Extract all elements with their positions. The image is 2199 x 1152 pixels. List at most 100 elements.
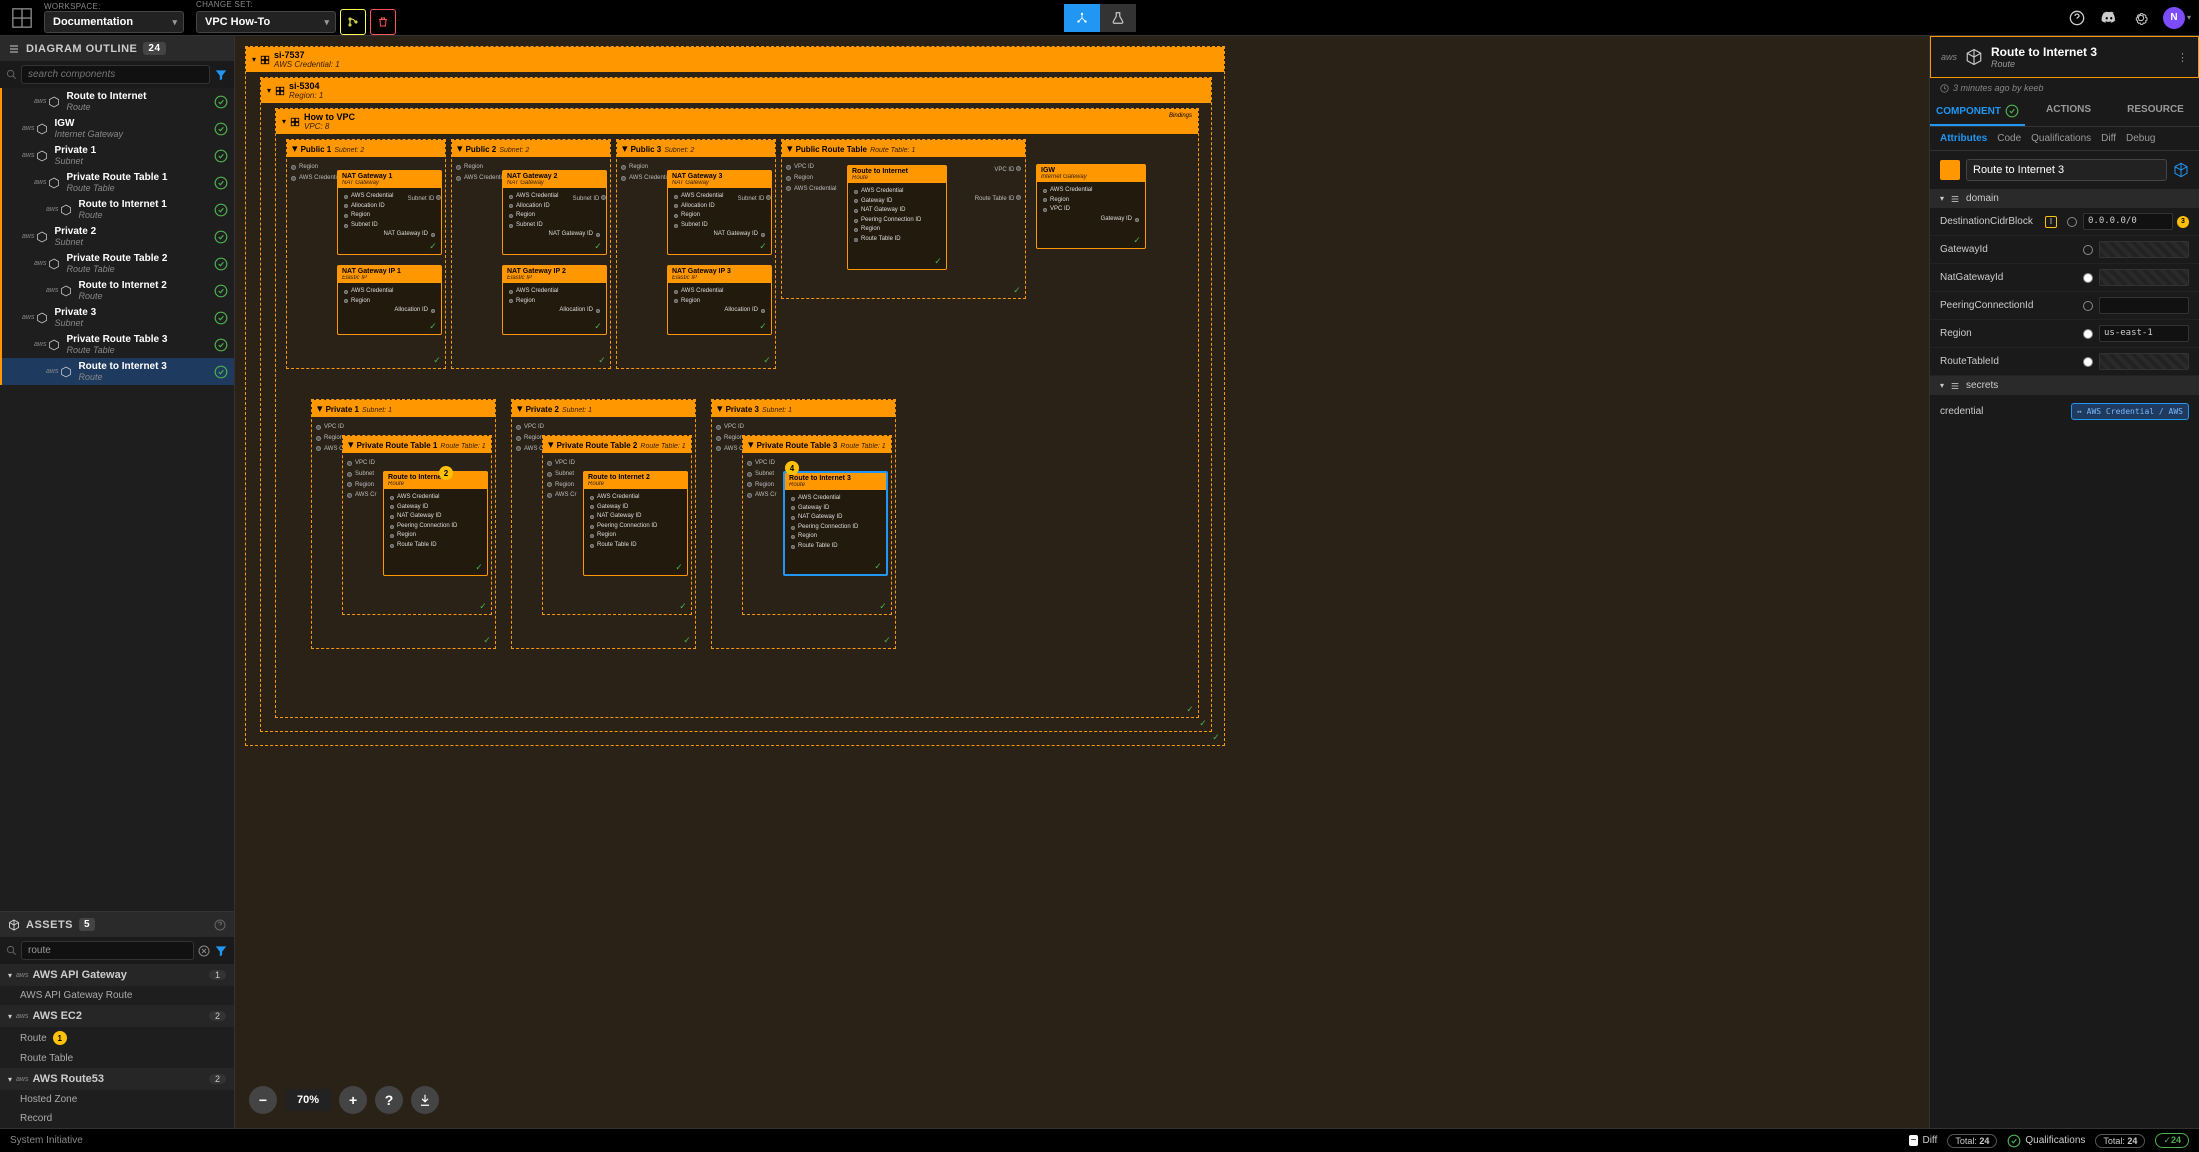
nat-gateway[interactable]: NAT Gateway 2NAT Gateway AWS CredentialA… xyxy=(502,170,607,255)
attribute-row[interactable]: GatewayId xyxy=(1930,236,2199,264)
subtab-attributes[interactable]: Attributes xyxy=(1940,133,1987,144)
subtab-code[interactable]: Code xyxy=(1997,133,2021,144)
subtab-qualifications[interactable]: Qualifications xyxy=(2031,133,2091,144)
delete-changeset-button[interactable] xyxy=(370,9,396,35)
asset-item[interactable]: Record xyxy=(0,1109,234,1128)
discord-icon[interactable] xyxy=(2099,8,2119,28)
outline-item[interactable]: aws Private Route Table 1Route Table xyxy=(0,169,234,196)
private-subnet-box[interactable]: ▾ Private 2 Subnet: 1 VPC IDRegionAWS Cr… xyxy=(511,399,696,649)
tab-component[interactable]: COMPONENT xyxy=(1930,98,2025,126)
qual-indicator[interactable]: Qualifications xyxy=(2007,1134,2085,1148)
frame-region[interactable]: ▾ si-5304Region: 1 ✓ ▾ How to VPCVPC: 8 … xyxy=(260,77,1212,732)
qual-ok[interactable]: ✓24 xyxy=(2155,1133,2189,1148)
subnet-box[interactable]: ▾ Public 2 Subnet: 2 RegionAWS Credentia… xyxy=(451,139,611,369)
workspace-select[interactable]: Documentation xyxy=(44,11,184,33)
elastic-ip[interactable]: NAT Gateway IP 2Elastic IP AWS Credentia… xyxy=(502,265,607,335)
route-to-internet-n[interactable]: Route to Internet 3Route AWS CredentialG… xyxy=(783,471,888,576)
secrets-section[interactable]: ▾ secrets xyxy=(1930,376,2199,395)
clear-search-icon[interactable] xyxy=(198,945,210,957)
nat-gateway[interactable]: NAT Gateway 3NAT Gateway AWS CredentialA… xyxy=(667,170,772,255)
elastic-ip[interactable]: NAT Gateway IP 1Elastic IP AWS Credentia… xyxy=(337,265,442,335)
brand-logo[interactable] xyxy=(8,4,36,32)
filter-icon[interactable] xyxy=(214,944,228,958)
outline-item[interactable]: aws Route to Internet 2Route xyxy=(0,277,234,304)
outline-item[interactable]: aws Route to Internet 1Route xyxy=(0,196,234,223)
assets-search[interactable] xyxy=(21,941,194,960)
more-icon[interactable]: ⋮ xyxy=(2177,51,2188,64)
canvas-area[interactable]: ▾ si-7537AWS Credential: 1 ✓ ▾ si-5304Re… xyxy=(235,36,1929,1128)
asset-group-header[interactable]: ▾awsAWS API Gateway1 xyxy=(0,964,234,986)
zoom-out-button[interactable]: − xyxy=(249,1086,277,1114)
radio-icon[interactable] xyxy=(2083,273,2093,283)
gear-icon[interactable] xyxy=(2131,8,2151,28)
color-swatch[interactable] xyxy=(1940,160,1960,180)
diff-indicator[interactable]: ~ Diff xyxy=(1909,1135,1938,1146)
attribute-row[interactable]: Region us-east-1 xyxy=(1930,320,2199,348)
assets-header[interactable]: ASSETS 5 xyxy=(0,912,234,937)
tab-actions[interactable]: ACTIONS xyxy=(2025,98,2112,126)
private-route-table[interactable]: ▾ Private Route Table 2 Route Table: 1 V… xyxy=(542,435,692,615)
radio-icon[interactable] xyxy=(2083,245,2093,255)
changeset-select[interactable]: VPC How-To xyxy=(196,11,336,33)
frame-credential[interactable]: ▾ si-7537AWS Credential: 1 ✓ ▾ si-5304Re… xyxy=(245,46,1225,746)
route-to-internet-n[interactable]: Route to Internet 2Route AWS CredentialG… xyxy=(583,471,688,576)
help-small-icon[interactable] xyxy=(214,919,226,931)
radio-icon[interactable] xyxy=(2083,357,2093,367)
frame-header[interactable]: ▾ How to VPCVPC: 8 xyxy=(276,109,1198,134)
asset-item[interactable]: Route Table xyxy=(0,1049,234,1068)
outline-search[interactable] xyxy=(21,65,210,84)
radio-icon[interactable] xyxy=(2083,329,2093,339)
public-route-table[interactable]: ▾ Public Route Table Route Table: 1 VPC … xyxy=(781,139,1026,299)
merge-button[interactable] xyxy=(340,9,366,35)
attribute-row[interactable]: DestinationCidrBlock I 0.0.0.0/0 3 xyxy=(1930,208,2199,236)
subtab-diff[interactable]: Diff xyxy=(2101,133,2116,144)
diff-total[interactable]: Total: 24 xyxy=(1947,1134,1997,1148)
outline-item[interactable]: aws Private 1Subnet xyxy=(0,142,234,169)
private-subnet-box[interactable]: ▾ Private 1 Subnet: 1 VPC IDRegionAWS Cr… xyxy=(311,399,496,649)
frame-vpc[interactable]: ▾ How to VPCVPC: 8 Bindings ✓ ▾ Public 1… xyxy=(275,108,1199,718)
asset-item[interactable]: Route1 xyxy=(0,1027,234,1049)
radio-icon[interactable] xyxy=(2083,301,2093,311)
outline-item[interactable]: aws Private 3Subnet xyxy=(0,304,234,331)
outline-item[interactable]: aws Route to Internet 3Route xyxy=(0,358,234,385)
attribute-row[interactable]: NatGatewayId xyxy=(1930,264,2199,292)
asset-group-header[interactable]: ▾awsAWS Route532 xyxy=(0,1068,234,1090)
radio-icon[interactable] xyxy=(2067,217,2077,227)
cube-icon[interactable] xyxy=(2173,162,2189,178)
attribute-row[interactable]: RouteTableId xyxy=(1930,348,2199,376)
igw[interactable]: IGWInternet Gateway AWS CredentialRegion… xyxy=(1036,164,1146,249)
outline-item[interactable]: aws Private Route Table 2Route Table xyxy=(0,250,234,277)
download-button[interactable] xyxy=(411,1086,439,1114)
filter-icon[interactable] xyxy=(214,68,228,82)
outline-item[interactable]: aws IGWInternet Gateway xyxy=(0,115,234,142)
help-icon[interactable] xyxy=(2067,8,2087,28)
asset-group-header[interactable]: ▾awsAWS EC22 xyxy=(0,1005,234,1027)
zoom-in-button[interactable]: + xyxy=(339,1086,367,1114)
asset-item[interactable]: AWS API Gateway Route xyxy=(0,986,234,1005)
tab-resource[interactable]: RESOURCE xyxy=(2112,98,2199,126)
domain-section[interactable]: ▾ domain xyxy=(1930,189,2199,208)
diagram-outline-header[interactable]: DIAGRAM OUTLINE 24 xyxy=(0,36,234,61)
route-to-internet[interactable]: Route to InternetRoute AWS CredentialGat… xyxy=(847,165,947,270)
help-button[interactable]: ? xyxy=(375,1086,403,1114)
outline-item[interactable]: aws Private 2Subnet xyxy=(0,223,234,250)
canvas[interactable]: ▾ si-7537AWS Credential: 1 ✓ ▾ si-5304Re… xyxy=(245,46,1919,1068)
qual-total[interactable]: Total: 24 xyxy=(2095,1134,2145,1148)
route-to-internet-n[interactable]: Route to Internet 1Route AWS CredentialG… xyxy=(383,471,488,576)
tab-model[interactable] xyxy=(1064,4,1100,32)
private-route-table[interactable]: ▾ Private Route Table 1 Route Table: 1 V… xyxy=(342,435,492,615)
subnet-box[interactable]: ▾ Public 3 Subnet: 2 RegionAWS Credentia… xyxy=(616,139,776,369)
private-subnet-box[interactable]: ▾ Private 3 Subnet: 1 VPC IDRegionAWS Cr… xyxy=(711,399,896,649)
frame-header[interactable]: ▾ si-7537AWS Credential: 1 xyxy=(246,47,1224,72)
avatar[interactable]: N xyxy=(2163,7,2185,29)
outline-item[interactable]: aws Private Route Table 3Route Table xyxy=(0,331,234,358)
credential-badge[interactable]: ↔ AWS Credential / AWS xyxy=(2071,403,2189,420)
frame-header[interactable]: ▾ si-5304Region: 1 xyxy=(261,78,1211,103)
private-route-table[interactable]: ▾ Private Route Table 3 Route Table: 1 V… xyxy=(742,435,892,615)
subnet-box[interactable]: ▾ Public 1 Subnet: 2 RegionAWS Credentia… xyxy=(286,139,446,369)
nat-gateway[interactable]: NAT Gateway 1NAT Gateway AWS CredentialA… xyxy=(337,170,442,255)
component-name-input[interactable] xyxy=(1966,159,2167,181)
tab-lab[interactable] xyxy=(1100,4,1136,32)
subtab-debug[interactable]: Debug xyxy=(2126,133,2155,144)
outline-item[interactable]: aws Route to InternetRoute xyxy=(0,88,234,115)
